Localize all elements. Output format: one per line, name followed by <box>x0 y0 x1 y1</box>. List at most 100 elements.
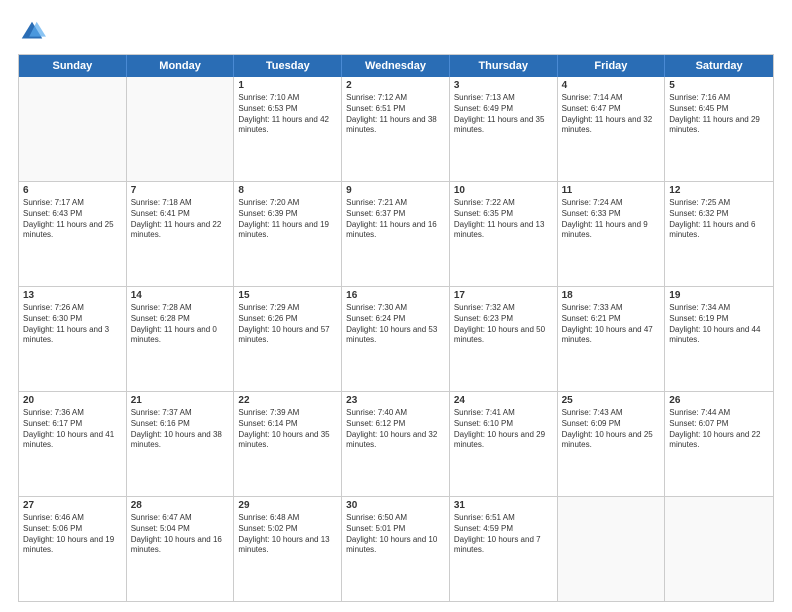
day-number: 19 <box>669 290 769 301</box>
day-number: 13 <box>23 290 122 301</box>
day-content: Sunrise: 7:24 AM Sunset: 6:33 PM Dayligh… <box>562 198 661 241</box>
calendar-cell <box>127 77 235 181</box>
day-content: Sunrise: 7:21 AM Sunset: 6:37 PM Dayligh… <box>346 198 445 241</box>
calendar-cell: 28Sunrise: 6:47 AM Sunset: 5:04 PM Dayli… <box>127 497 235 601</box>
header-day-saturday: Saturday <box>665 55 773 77</box>
day-number: 26 <box>669 395 769 406</box>
day-content: Sunrise: 7:14 AM Sunset: 6:47 PM Dayligh… <box>562 93 661 136</box>
day-number: 6 <box>23 185 122 196</box>
day-content: Sunrise: 7:10 AM Sunset: 6:53 PM Dayligh… <box>238 93 337 136</box>
calendar-cell: 11 Sunrise: 7:24 AM Sunset: 6:33 PM Dayli… <box>558 182 666 286</box>
page-header <box>18 18 774 46</box>
calendar-cell <box>19 77 127 181</box>
day-number: 11 <box>562 185 661 196</box>
day-number: 30 <box>346 500 445 511</box>
day-content: Sunrise: 7:37 AM Sunset: 6:16 PM Dayligh… <box>131 408 230 451</box>
calendar-body: 1 Sunrise: 7:10 AM Sunset: 6:53 PM Daylig… <box>19 77 773 601</box>
calendar-week-1: 1 Sunrise: 7:10 AM Sunset: 6:53 PM Daylig… <box>19 77 773 181</box>
header-day-sunday: Sunday <box>19 55 127 77</box>
day-number: 24 <box>454 395 553 406</box>
calendar-week-2: 6Sunrise: 7:17 AM Sunset: 6:43 PM Daylig… <box>19 181 773 286</box>
calendar-week-3: 13Sunrise: 7:26 AM Sunset: 6:30 PM Dayli… <box>19 286 773 391</box>
day-number: 17 <box>454 290 553 301</box>
day-content: Sunrise: 7:13 AM Sunset: 6:49 PM Dayligh… <box>454 93 553 136</box>
day-number: 22 <box>238 395 337 406</box>
calendar-cell: 25 Sunrise: 7:43 AM Sunset: 6:09 PM Dayli… <box>558 392 666 496</box>
day-content: Sunrise: 7:32 AM Sunset: 6:23 PM Dayligh… <box>454 303 553 346</box>
day-content: Sunrise: 7:30 AM Sunset: 6:24 PM Dayligh… <box>346 303 445 346</box>
day-content: Sunrise: 7:41 AM Sunset: 6:10 PM Dayligh… <box>454 408 553 451</box>
calendar-cell: 19 Sunrise: 7:34 AM Sunset: 6:19 PM Dayli… <box>665 287 773 391</box>
calendar-cell: 17 Sunrise: 7:32 AM Sunset: 6:23 PM Dayli… <box>450 287 558 391</box>
day-content: Sunrise: 7:22 AM Sunset: 6:35 PM Dayligh… <box>454 198 553 241</box>
calendar-cell: 9 Sunrise: 7:21 AM Sunset: 6:37 PM Daylig… <box>342 182 450 286</box>
calendar-cell: 8 Sunrise: 7:20 AM Sunset: 6:39 PM Daylig… <box>234 182 342 286</box>
calendar-cell: 14 Sunrise: 7:28 AM Sunset: 6:28 PM Dayli… <box>127 287 235 391</box>
calendar-cell: 10 Sunrise: 7:22 AM Sunset: 6:35 PM Dayli… <box>450 182 558 286</box>
header-day-friday: Friday <box>558 55 666 77</box>
day-content: Sunrise: 7:34 AM Sunset: 6:19 PM Dayligh… <box>669 303 769 346</box>
day-number: 28 <box>131 500 230 511</box>
calendar-cell: 6Sunrise: 7:17 AM Sunset: 6:43 PM Daylig… <box>19 182 127 286</box>
header-day-monday: Monday <box>127 55 235 77</box>
calendar-cell <box>665 497 773 601</box>
calendar-cell: 21Sunrise: 7:37 AM Sunset: 6:16 PM Dayli… <box>127 392 235 496</box>
day-number: 9 <box>346 185 445 196</box>
calendar-header: SundayMondayTuesdayWednesdayThursdayFrid… <box>19 55 773 77</box>
day-content: Sunrise: 6:51 AM Sunset: 4:59 PM Dayligh… <box>454 513 553 556</box>
calendar-cell: 3 Sunrise: 7:13 AM Sunset: 6:49 PM Daylig… <box>450 77 558 181</box>
calendar-cell: 30Sunrise: 6:50 AM Sunset: 5:01 PM Dayli… <box>342 497 450 601</box>
header-day-thursday: Thursday <box>450 55 558 77</box>
header-day-wednesday: Wednesday <box>342 55 450 77</box>
day-content: Sunrise: 7:18 AM Sunset: 6:41 PM Dayligh… <box>131 198 230 241</box>
calendar-cell: 2Sunrise: 7:12 AM Sunset: 6:51 PM Daylig… <box>342 77 450 181</box>
day-content: Sunrise: 7:25 AM Sunset: 6:32 PM Dayligh… <box>669 198 769 241</box>
calendar-cell: 22 Sunrise: 7:39 AM Sunset: 6:14 PM Dayli… <box>234 392 342 496</box>
day-number: 31 <box>454 500 553 511</box>
calendar-cell: 4 Sunrise: 7:14 AM Sunset: 6:47 PM Daylig… <box>558 77 666 181</box>
calendar-cell: 13Sunrise: 7:26 AM Sunset: 6:30 PM Dayli… <box>19 287 127 391</box>
day-number: 3 <box>454 80 553 91</box>
day-number: 10 <box>454 185 553 196</box>
day-content: Sunrise: 7:39 AM Sunset: 6:14 PM Dayligh… <box>238 408 337 451</box>
day-content: Sunrise: 7:20 AM Sunset: 6:39 PM Dayligh… <box>238 198 337 241</box>
calendar-cell: 27 Sunrise: 6:46 AM Sunset: 5:06 PM Dayli… <box>19 497 127 601</box>
day-number: 20 <box>23 395 122 406</box>
day-number: 14 <box>131 290 230 301</box>
calendar-week-4: 20Sunrise: 7:36 AM Sunset: 6:17 PM Dayli… <box>19 391 773 496</box>
calendar-cell: 16 Sunrise: 7:30 AM Sunset: 6:24 PM Dayli… <box>342 287 450 391</box>
calendar-week-5: 27 Sunrise: 6:46 AM Sunset: 5:06 PM Dayli… <box>19 496 773 601</box>
day-number: 23 <box>346 395 445 406</box>
day-number: 16 <box>346 290 445 301</box>
day-number: 4 <box>562 80 661 91</box>
day-content: Sunrise: 7:29 AM Sunset: 6:26 PM Dayligh… <box>238 303 337 346</box>
calendar-cell: 26 Sunrise: 7:44 AM Sunset: 6:07 PM Dayli… <box>665 392 773 496</box>
day-content: Sunrise: 6:46 AM Sunset: 5:06 PM Dayligh… <box>23 513 122 556</box>
day-number: 15 <box>238 290 337 301</box>
day-number: 27 <box>23 500 122 511</box>
calendar: SundayMondayTuesdayWednesdayThursdayFrid… <box>18 54 774 602</box>
day-content: Sunrise: 7:16 AM Sunset: 6:45 PM Dayligh… <box>669 93 769 136</box>
day-content: Sunrise: 7:28 AM Sunset: 6:28 PM Dayligh… <box>131 303 230 346</box>
day-content: Sunrise: 6:48 AM Sunset: 5:02 PM Dayligh… <box>238 513 337 556</box>
calendar-cell: 24 Sunrise: 7:41 AM Sunset: 6:10 PM Dayli… <box>450 392 558 496</box>
calendar-cell: 20Sunrise: 7:36 AM Sunset: 6:17 PM Dayli… <box>19 392 127 496</box>
calendar-cell: 15 Sunrise: 7:29 AM Sunset: 6:26 PM Dayli… <box>234 287 342 391</box>
header-day-tuesday: Tuesday <box>234 55 342 77</box>
calendar-cell: 12 Sunrise: 7:25 AM Sunset: 6:32 PM Dayli… <box>665 182 773 286</box>
calendar-cell: 1 Sunrise: 7:10 AM Sunset: 6:53 PM Daylig… <box>234 77 342 181</box>
day-number: 18 <box>562 290 661 301</box>
day-number: 8 <box>238 185 337 196</box>
day-content: Sunrise: 7:40 AM Sunset: 6:12 PM Dayligh… <box>346 408 445 451</box>
day-number: 29 <box>238 500 337 511</box>
day-content: Sunrise: 7:43 AM Sunset: 6:09 PM Dayligh… <box>562 408 661 451</box>
day-number: 2 <box>346 80 445 91</box>
day-number: 12 <box>669 185 769 196</box>
day-content: Sunrise: 7:33 AM Sunset: 6:21 PM Dayligh… <box>562 303 661 346</box>
day-number: 25 <box>562 395 661 406</box>
calendar-cell: 31 Sunrise: 6:51 AM Sunset: 4:59 PM Dayli… <box>450 497 558 601</box>
day-content: Sunrise: 7:44 AM Sunset: 6:07 PM Dayligh… <box>669 408 769 451</box>
day-number: 5 <box>669 80 769 91</box>
day-number: 1 <box>238 80 337 91</box>
calendar-cell: 18 Sunrise: 7:33 AM Sunset: 6:21 PM Dayli… <box>558 287 666 391</box>
